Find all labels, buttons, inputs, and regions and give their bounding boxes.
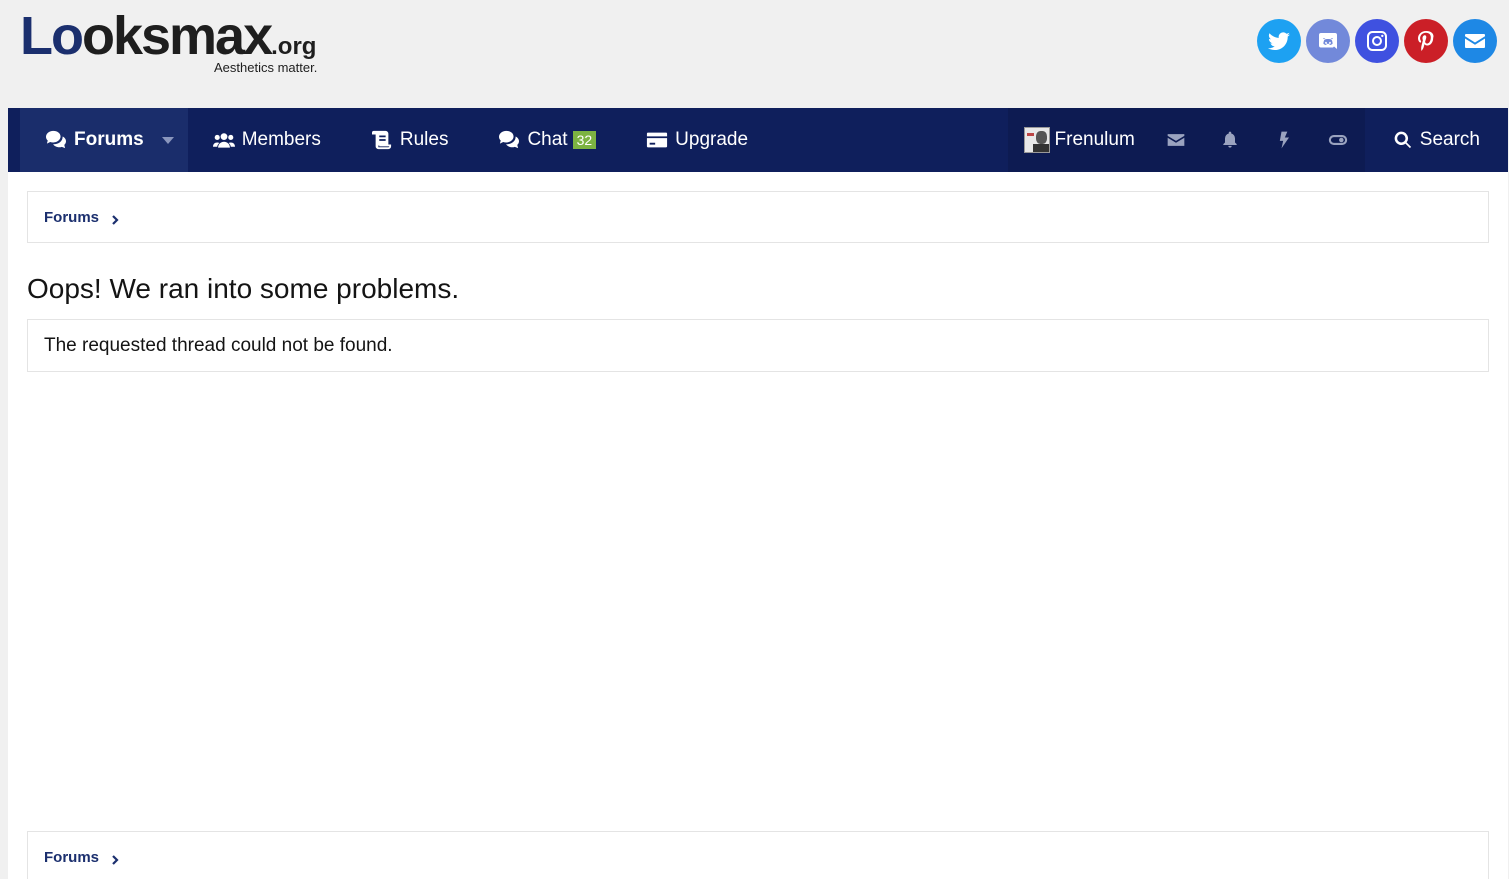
main-nav: Forums Members Rules Chat 32 Upgrade Fre… bbox=[8, 108, 1508, 172]
email-button[interactable] bbox=[1453, 19, 1497, 63]
main-content: Forums Oops! We ran into some problems. … bbox=[8, 172, 1508, 879]
nav-tab-label: Rules bbox=[399, 129, 449, 150]
error-message: The requested thread could not be found. bbox=[27, 319, 1489, 372]
nav-tab-label: Members bbox=[241, 129, 321, 150]
site-header: Looksmax.org Aesthetics matter. bbox=[0, 0, 1509, 108]
nav-tab-chat[interactable]: Chat 32 bbox=[473, 108, 621, 172]
bolt-icon bbox=[1279, 131, 1289, 149]
users-icon bbox=[212, 133, 235, 148]
search-label: Search bbox=[1419, 129, 1480, 150]
credit-card-icon bbox=[647, 132, 668, 148]
chevron-right-icon bbox=[110, 212, 120, 225]
chat-count-badge: 32 bbox=[572, 131, 597, 149]
nav-tab-rules[interactable]: Rules bbox=[346, 108, 474, 172]
comments-icon bbox=[46, 130, 66, 149]
breadcrumb-link-forums[interactable]: Forums bbox=[44, 849, 99, 866]
nav-tab-members[interactable]: Members bbox=[188, 108, 346, 172]
inbox-button[interactable] bbox=[1148, 108, 1203, 172]
pinterest-button[interactable] bbox=[1404, 19, 1448, 63]
nav-tab-upgrade[interactable]: Upgrade bbox=[621, 108, 773, 172]
discord-icon bbox=[1319, 33, 1337, 49]
discord-button[interactable] bbox=[1306, 19, 1350, 63]
chat-icon bbox=[499, 130, 520, 149]
username: Frenulum bbox=[1054, 129, 1135, 150]
scroll-icon bbox=[371, 130, 391, 150]
toggle-icon bbox=[1328, 135, 1347, 145]
chevron-down-icon[interactable] bbox=[161, 136, 174, 144]
avatar bbox=[1023, 127, 1050, 153]
nav-tab-label: Chat bbox=[527, 129, 568, 150]
alerts-button[interactable] bbox=[1202, 108, 1257, 172]
search-icon bbox=[1394, 131, 1411, 149]
search-button[interactable]: Search bbox=[1370, 108, 1508, 172]
user-account-link[interactable]: Frenulum bbox=[1007, 108, 1149, 172]
logo-tagline: Aesthetics matter. bbox=[214, 60, 318, 75]
email-icon bbox=[1465, 34, 1485, 48]
social-links bbox=[1257, 19, 1497, 63]
nav-tab-label: Forums bbox=[74, 129, 144, 150]
breadcrumb-link-forums[interactable]: Forums bbox=[44, 209, 99, 226]
twitter-button[interactable] bbox=[1257, 19, 1301, 63]
nav-tab-forums[interactable]: Forums bbox=[20, 108, 188, 172]
breadcrumb-footer: Forums bbox=[27, 831, 1489, 879]
nav-tab-label: Upgrade bbox=[675, 129, 749, 150]
breadcrumb: Forums bbox=[27, 191, 1489, 243]
envelope-icon bbox=[1167, 134, 1185, 146]
page-title: Oops! We ran into some problems. bbox=[27, 273, 460, 304]
whats-new-button[interactable] bbox=[1256, 108, 1311, 172]
twitter-icon bbox=[1268, 32, 1290, 51]
instagram-icon bbox=[1367, 31, 1387, 51]
pinterest-icon bbox=[1418, 31, 1434, 51]
bell-icon bbox=[1223, 131, 1237, 148]
instagram-button[interactable] bbox=[1355, 19, 1399, 63]
site-logo[interactable]: Looksmax.org Aesthetics matter. bbox=[20, 8, 340, 78]
chevron-right-icon bbox=[110, 852, 120, 865]
style-toggle-button[interactable] bbox=[1310, 108, 1365, 172]
